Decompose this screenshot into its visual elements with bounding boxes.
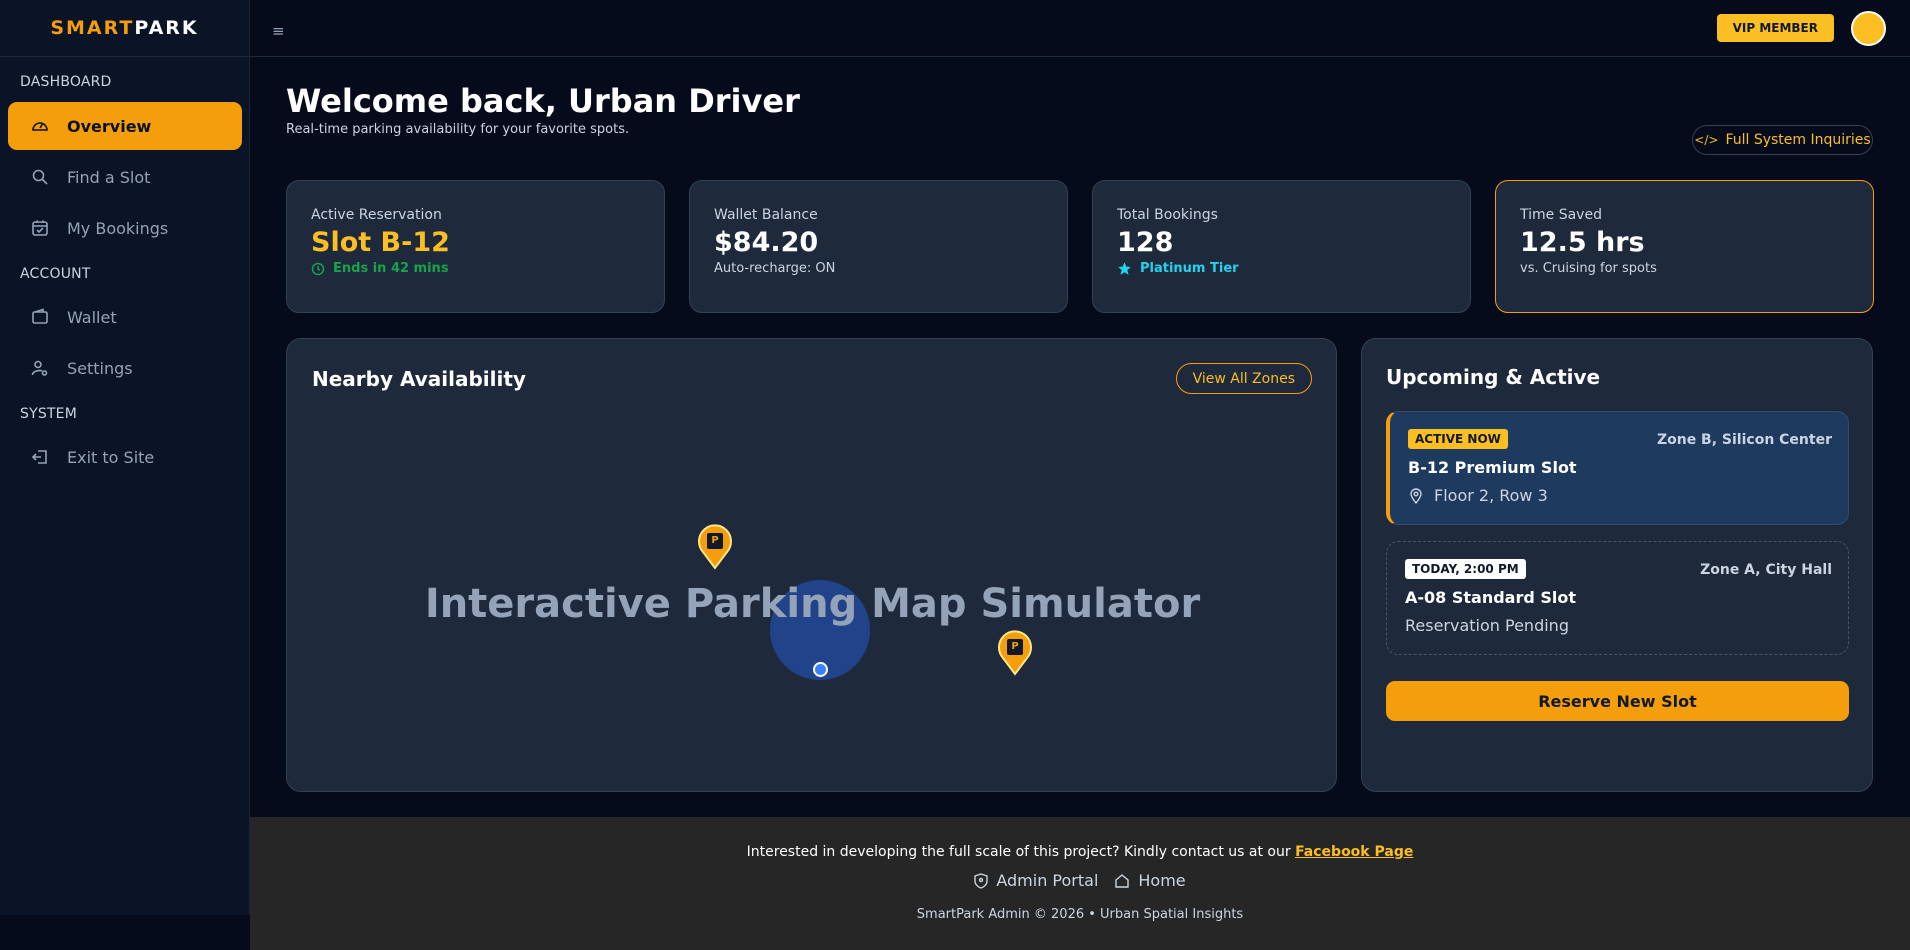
parking-pin-icon (998, 630, 1032, 676)
stat-label: Time Saved (1520, 207, 1602, 223)
parking-pin-label: P (1011, 641, 1019, 652)
view-all-zones-button[interactable]: View All Zones (1175, 363, 1312, 394)
footer: Interested in developing the full scale … (250, 817, 1910, 950)
sidebar-item-exit-to-site[interactable]: Exit to Site (8, 433, 242, 481)
wallet-icon (31, 308, 49, 326)
footer-contact: Interested in developing the full scale … (250, 844, 1910, 860)
status-badge: TODAY, 2:00 PM (1405, 559, 1526, 579)
booking-item-active[interactable]: ACTIVE NOW Zone B, Silicon Center B-12 P… (1386, 411, 1849, 525)
stat-sub: Ends in 42 mins (311, 261, 640, 276)
stat-card-time-saved: Time Saved 12.5 hrs vs. Cruising for spo… (1495, 180, 1874, 313)
sidebar-item-label: Settings (67, 358, 133, 378)
parking-pin-label: P (711, 535, 719, 546)
stat-value: 128 (1117, 227, 1174, 258)
sidebar-item-find-a-slot[interactable]: Find a Slot (8, 153, 242, 201)
search-icon (31, 168, 49, 186)
home-link[interactable]: Home (1114, 871, 1186, 890)
reserve-new-slot-button[interactable]: Reserve New Slot (1386, 681, 1849, 721)
stat-card-wallet-balance: Wallet Balance $84.20 Auto-recharge: ON (689, 180, 1068, 313)
slot-name: A-08 Standard Slot (1405, 588, 1577, 607)
parking-pin[interactable]: P (695, 522, 735, 570)
brand-part2: PARK (134, 17, 199, 39)
slot-detail: Floor 2, Row 3 (1408, 486, 1830, 505)
stat-value: Slot B-12 (311, 227, 450, 258)
location-pin-icon (1408, 487, 1424, 504)
home-label: Home (1138, 871, 1186, 890)
stat-value: 12.5 hrs (1520, 227, 1645, 258)
vip-member-badge[interactable]: VIP MEMBER (1716, 14, 1834, 42)
footer-links: Admin Portal Home (250, 871, 1910, 890)
nearby-availability-card: Nearby Availability View All Zones Inter… (286, 338, 1337, 792)
footer-contact-text: Interested in developing the full scale … (746, 844, 1296, 860)
sidebar-item-my-bookings[interactable]: My Bookings (8, 204, 242, 252)
home-icon (1114, 873, 1130, 889)
booking-item-upcoming[interactable]: TODAY, 2:00 PM Zone A, City Hall A-08 St… (1386, 541, 1849, 655)
footer-copyright: SmartPark Admin © 2026 • Urban Spatial I… (916, 907, 1244, 922)
exit-icon (31, 448, 49, 466)
stat-label: Active Reservation (311, 207, 442, 223)
speedometer-icon (31, 117, 49, 135)
admin-portal-link[interactable]: Admin Portal (974, 871, 1098, 890)
brand-logo[interactable]: SMART PARK (0, 0, 249, 57)
topbar: ≡ VIP MEMBER (250, 0, 1910, 57)
avatar[interactable] (1851, 11, 1886, 46)
code-icon: </> (1694, 133, 1719, 147)
user-gear-icon (31, 359, 49, 377)
admin-portal-label: Admin Portal (996, 871, 1099, 890)
upcoming-active-card: Upcoming & Active ACTIVE NOW Zone B, Sil… (1361, 338, 1873, 792)
map-placeholder-text: Interactive Parking Map Simulator (424, 581, 1201, 627)
section-label-account: ACCOUNT (20, 266, 91, 282)
stat-sub-text: Ends in 42 mins (333, 261, 449, 276)
star-icon (1117, 261, 1132, 276)
zone-label: Zone A, City Hall (1700, 562, 1832, 578)
sidebar-item-label: Find a Slot (67, 167, 151, 187)
stat-value: $84.20 (714, 227, 819, 258)
slot-detail-text: Floor 2, Row 3 (1434, 486, 1548, 505)
user-location-dot (813, 662, 828, 677)
parking-pin[interactable]: P (995, 628, 1035, 676)
zone-label: Zone B, Silicon Center (1656, 432, 1832, 448)
stat-card-total-bookings: Total Bookings 128 Platinum Tier (1092, 180, 1471, 313)
sidebar-item-label: Overview (67, 116, 152, 136)
section-label-dashboard: DASHBOARD (20, 74, 112, 90)
brand-part1: SMART (50, 17, 135, 39)
inquiry-label: Full System Inquiries (1725, 132, 1871, 148)
sidebar-item-label: Wallet (67, 307, 117, 327)
section-label-system: SYSTEM (20, 406, 78, 422)
stat-sub-text: Platinum Tier (1140, 261, 1239, 276)
sidebar-item-overview[interactable]: Overview (8, 102, 242, 150)
shield-icon (974, 872, 989, 889)
calendar-check-icon (31, 219, 49, 237)
sidebar: SMART PARK DASHBOARD Overview Find a Slot… (0, 0, 250, 915)
facebook-page-link[interactable]: Facebook Page (1295, 844, 1413, 860)
clock-icon (311, 262, 325, 276)
sidebar-item-wallet[interactable]: Wallet (8, 293, 242, 341)
parking-map[interactable]: Interactive Parking Map Simulator P P (307, 417, 1318, 773)
stat-label: Total Bookings (1117, 207, 1218, 223)
slot-detail-text: Reservation Pending (1405, 616, 1569, 635)
stat-card-active-reservation: Active Reservation Slot B-12 Ends in 42 … (286, 180, 665, 313)
map-title: Nearby Availability (312, 367, 526, 391)
page-subtitle: Real-time parking availability for your … (286, 122, 630, 137)
sidebar-item-label: Exit to Site (67, 447, 155, 467)
sidebar-item-settings[interactable]: Settings (8, 344, 242, 392)
stat-sub: Platinum Tier (1117, 261, 1446, 276)
full-system-inquiries-button[interactable]: </> Full System Inquiries (1692, 125, 1873, 155)
stat-sub-text: Auto-recharge: ON (714, 261, 836, 276)
status-badge: ACTIVE NOW (1408, 429, 1508, 449)
page-title: Welcome back, Urban Driver (286, 82, 800, 120)
stat-label: Wallet Balance (714, 207, 818, 223)
stat-sub-text: vs. Cruising for spots (1520, 261, 1657, 276)
bookings-title: Upcoming & Active (1386, 365, 1601, 389)
slot-name: B-12 Premium Slot (1408, 458, 1577, 477)
menu-icon[interactable]: ≡ (272, 22, 285, 40)
parking-pin-icon (698, 524, 732, 570)
sidebar-item-label: My Bookings (67, 218, 169, 238)
